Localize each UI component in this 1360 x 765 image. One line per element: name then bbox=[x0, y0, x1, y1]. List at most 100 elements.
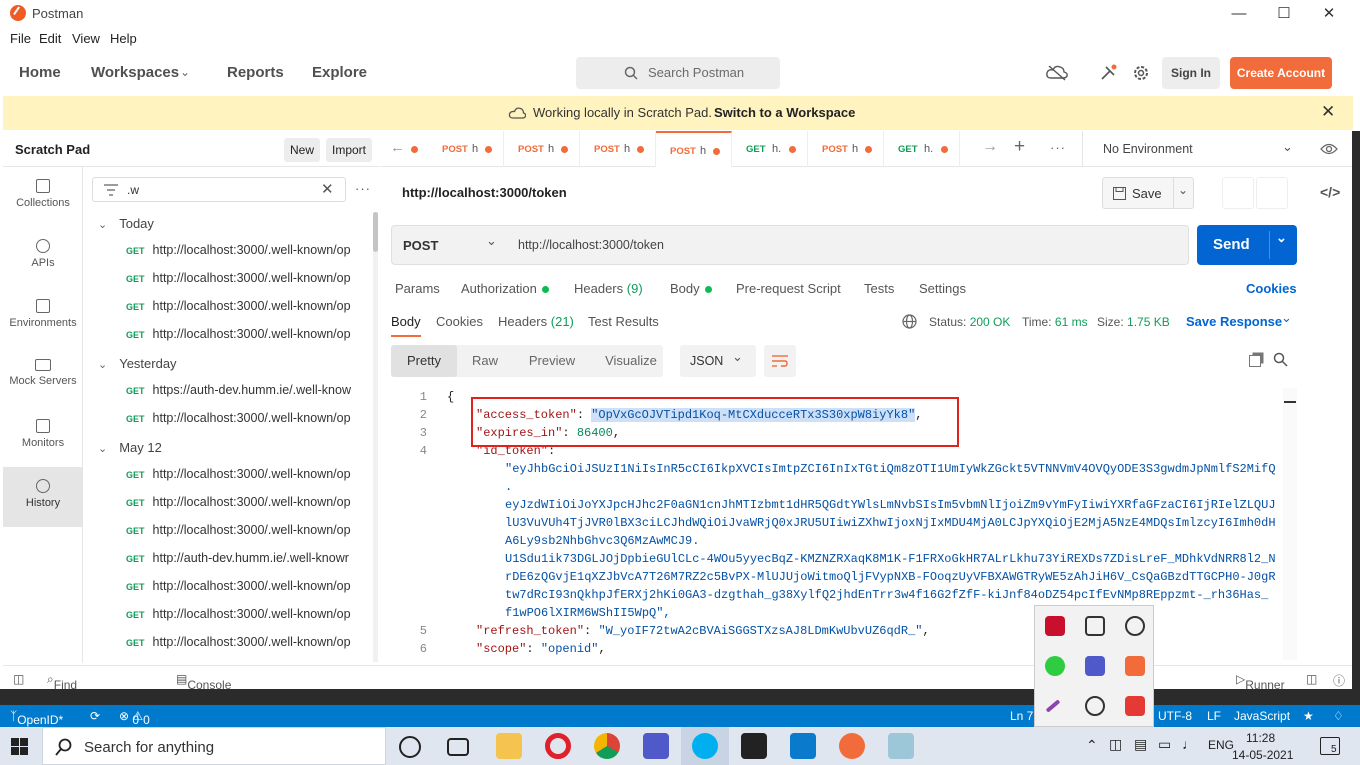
resp-tab-cookies[interactable]: Cookies bbox=[436, 314, 483, 329]
history-item[interactable]: GET http://localhost:3000/.well-known/op bbox=[126, 327, 361, 347]
cortana-icon[interactable] bbox=[399, 736, 421, 758]
tab-authorization[interactable]: Authorization bbox=[461, 281, 549, 296]
chrome-icon[interactable] bbox=[594, 733, 620, 759]
notification-icon[interactable]: 5 bbox=[1320, 737, 1340, 755]
eol[interactable]: LF bbox=[1207, 709, 1221, 723]
history-item[interactable]: GET http://localhost:3000/.well-known/op bbox=[126, 635, 361, 655]
teams-icon[interactable] bbox=[1085, 656, 1105, 676]
menu-view[interactable]: View bbox=[72, 31, 100, 46]
request-tab[interactable]: GET h. bbox=[732, 131, 808, 167]
bell-icon[interactable]: ♢ bbox=[1333, 709, 1344, 723]
menu-help[interactable]: Help bbox=[110, 31, 137, 46]
sidebar-item-history[interactable]: History bbox=[3, 467, 83, 527]
history-item[interactable]: GET http://auth-dev.humm.ie/.well-knowr bbox=[126, 551, 361, 571]
url-input[interactable]: http://localhost:3000/token bbox=[506, 225, 1189, 265]
clear-filter-icon[interactable]: ✕ bbox=[321, 180, 334, 198]
save-button[interactable]: Save ⌄ bbox=[1102, 177, 1194, 209]
wrap-lines-button[interactable] bbox=[764, 345, 796, 377]
tab-prerequest-script[interactable]: Pre-request Script bbox=[736, 281, 841, 296]
satellite-icon[interactable] bbox=[1098, 63, 1118, 83]
problems-item[interactable]: ⊗ 0 ⚠ 0 bbox=[119, 709, 150, 727]
cookies-link[interactable]: Cookies bbox=[1246, 281, 1297, 296]
new-button[interactable]: New bbox=[284, 138, 320, 162]
environment-select[interactable]: No Environment bbox=[1103, 142, 1193, 156]
save-response-button[interactable]: Save Response bbox=[1186, 314, 1282, 329]
sidebar-item-monitors[interactable]: Monitors bbox=[3, 407, 83, 467]
history-item[interactable]: GET http://localhost:3000/.well-known/op bbox=[126, 271, 361, 291]
taskbar-search-input[interactable]: Search for anything bbox=[42, 727, 386, 765]
vscode-icon[interactable] bbox=[790, 733, 816, 759]
clock-date[interactable]: 14-05-2021 bbox=[1232, 748, 1293, 762]
minimize-button[interactable]: — bbox=[1216, 2, 1262, 26]
tab-tests[interactable]: Tests bbox=[864, 281, 894, 296]
encoding[interactable]: UTF-8 bbox=[1158, 709, 1192, 723]
help-icon[interactable]: ⓘ bbox=[1333, 672, 1345, 689]
close-window-button[interactable]: ✕ bbox=[1306, 2, 1352, 26]
history-item[interactable]: GET http://localhost:3000/.well-known/op bbox=[126, 243, 361, 263]
history-item[interactable]: GET http://localhost:3000/.well-known/op bbox=[126, 495, 361, 515]
import-button[interactable]: Import bbox=[326, 138, 372, 162]
menu-file[interactable]: File bbox=[10, 31, 31, 46]
volume-icon[interactable]: ♩ bbox=[1182, 736, 1196, 752]
chevron-up-icon[interactable]: ⌃ bbox=[1086, 737, 1098, 754]
sidebar-item-mock-servers[interactable]: Mock Servers bbox=[3, 347, 83, 407]
task-view-icon[interactable] bbox=[447, 738, 469, 756]
method-select[interactable]: POST ⌄ bbox=[391, 225, 507, 265]
battery-icon[interactable]: ◫ bbox=[1109, 736, 1122, 753]
request-tab[interactable]: GET h. bbox=[884, 131, 960, 167]
history-item[interactable]: GET http://localhost:3000/.well-known/op bbox=[126, 299, 361, 319]
anydesk-icon[interactable] bbox=[1125, 696, 1145, 716]
tab-headers[interactable]: Headers (9) bbox=[574, 281, 643, 296]
sign-in-button[interactable]: Sign In bbox=[1162, 57, 1220, 89]
code-scrollbar[interactable] bbox=[1283, 388, 1297, 660]
format-select[interactable]: JSON ⌄ bbox=[680, 345, 756, 377]
defender-icon[interactable] bbox=[1085, 616, 1105, 636]
preview-button[interactable]: Preview bbox=[517, 345, 587, 377]
clock-time[interactable]: 11:28 bbox=[1246, 731, 1275, 745]
opera-icon[interactable] bbox=[545, 733, 571, 759]
code-icon[interactable]: </> bbox=[1320, 184, 1340, 200]
raw-button[interactable]: Raw bbox=[461, 345, 509, 377]
send-button[interactable]: Send ⌄ bbox=[1197, 225, 1297, 265]
request-tab[interactable]: POST h bbox=[808, 131, 884, 167]
nav-explore[interactable]: Explore bbox=[312, 64, 367, 81]
chevron-down-icon[interactable]: ⌄ bbox=[1276, 230, 1287, 246]
language-mode[interactable]: JavaScript bbox=[1234, 709, 1290, 723]
request-tab[interactable]: POST h bbox=[580, 131, 656, 167]
language-indicator[interactable]: ENG bbox=[1208, 738, 1234, 752]
recorder-icon[interactable] bbox=[1125, 656, 1145, 676]
tabs-more-icon[interactable]: ··· bbox=[1050, 140, 1066, 155]
feedback-icon[interactable]: ★ bbox=[1303, 709, 1314, 723]
sidebar-item-environments[interactable]: Environments bbox=[3, 287, 83, 347]
history-item[interactable]: GET https://auth-dev.humm.ie/.well-know bbox=[126, 383, 361, 403]
terminal-icon[interactable] bbox=[741, 733, 767, 759]
layout-icon[interactable]: ◫ bbox=[1306, 672, 1317, 686]
sync-icon[interactable]: ⟳ bbox=[90, 709, 100, 723]
history-group-header[interactable]: ⌄ Today bbox=[98, 216, 154, 231]
nav-workspaces[interactable]: Workspaces bbox=[91, 64, 179, 81]
gear-icon[interactable] bbox=[1132, 64, 1150, 82]
pen-icon[interactable] bbox=[1045, 699, 1061, 713]
history-item[interactable]: GET http://localhost:3000/.well-known/op bbox=[126, 411, 361, 431]
request-tab[interactable]: POST h bbox=[504, 131, 580, 167]
tabs-forward-icon[interactable]: → bbox=[982, 138, 998, 156]
visualize-button[interactable]: Visualize bbox=[595, 345, 667, 377]
postman-icon[interactable] bbox=[839, 733, 865, 759]
resp-tab-body[interactable]: Body bbox=[391, 314, 421, 329]
sidebar-item-apis[interactable]: APIs bbox=[3, 227, 83, 287]
tab-settings[interactable]: Settings bbox=[919, 281, 966, 296]
network-icon[interactable]: ▤ bbox=[1134, 736, 1147, 753]
sidebar-toggle-icon[interactable]: ◫ bbox=[13, 672, 24, 686]
search-icon[interactable] bbox=[1273, 352, 1288, 367]
history-item[interactable]: GET http://localhost:3000/.well-known/op bbox=[126, 579, 361, 599]
switch-workspace-link[interactable]: Switch to a Workspace bbox=[714, 105, 855, 120]
pretty-button[interactable]: Pretty bbox=[391, 345, 457, 377]
mcafee-icon[interactable] bbox=[1045, 616, 1065, 636]
resp-tab-headers[interactable]: Headers (21) bbox=[498, 314, 574, 329]
maximize-button[interactable]: ☐ bbox=[1261, 2, 1307, 26]
more-options-icon[interactable]: ··· bbox=[355, 181, 371, 196]
menu-edit[interactable]: Edit bbox=[39, 31, 61, 46]
teams-icon[interactable] bbox=[643, 733, 669, 759]
tab-params[interactable]: Params bbox=[395, 281, 440, 296]
create-account-button[interactable]: Create Account bbox=[1230, 57, 1332, 89]
